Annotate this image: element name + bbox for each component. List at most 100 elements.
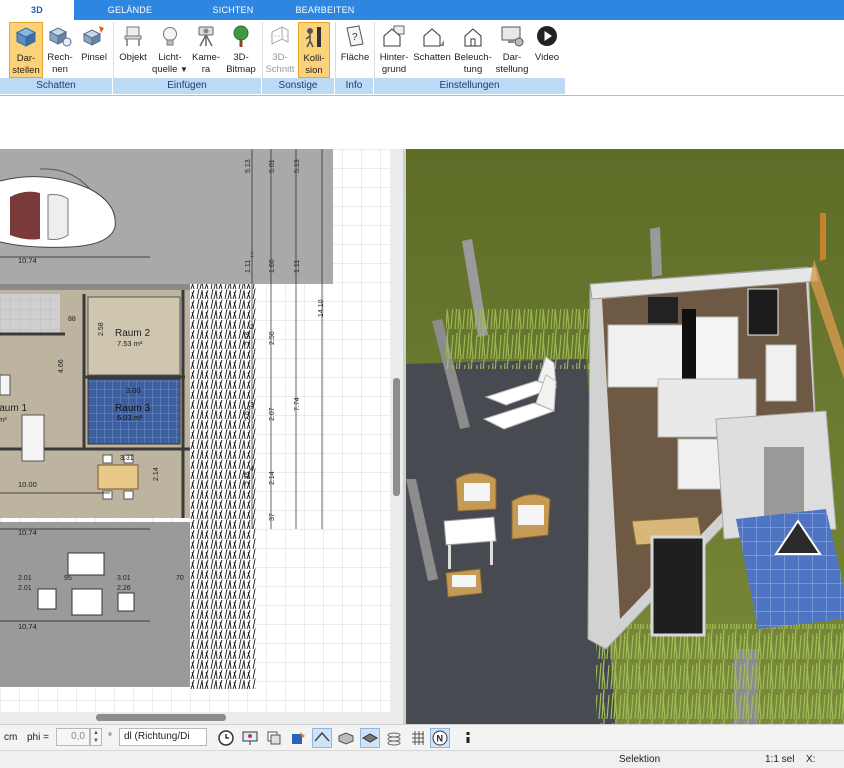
bitmap3d-button[interactable]: 3D- Bitmap [223, 22, 259, 78]
brush-cube-icon [82, 26, 104, 46]
floor-plan-view[interactable]: 10.74 Raum 2 7.53 m² Raum 3 6.03 m² 3.00… [0, 149, 403, 712]
kollision-label-2: sion [305, 65, 323, 76]
video-button[interactable]: Video [532, 22, 562, 78]
rechnen-button[interactable]: Rech- nen [45, 22, 75, 78]
window [747, 288, 779, 336]
chair-symbol [102, 490, 113, 500]
group-label-info: Info [335, 78, 374, 94]
paint-bucket-icon[interactable] [288, 728, 308, 748]
chair-icon [124, 26, 142, 46]
unit-label: cm [4, 732, 18, 743]
more-vertical-icon[interactable] [458, 728, 478, 748]
phi-spinner[interactable]: ▲ ▼ [90, 728, 102, 746]
camera-tripod-icon [198, 26, 214, 47]
darstellen-button[interactable]: Dar- stellen [9, 22, 43, 78]
dim-label: 1 [250, 252, 254, 259]
wall [0, 284, 193, 290]
beleuchtung-label-2: tung [463, 64, 483, 75]
floor-toggle-icon[interactable] [360, 728, 380, 748]
ribbon-tab-bar: 3D GELÄNDE SICHTEN BEARBEITEN [0, 0, 844, 20]
3d-view-canvas[interactable] [406, 149, 844, 724]
dl-direction-value: dl (Richtung/Di [124, 731, 190, 742]
status-bar: Selektion 1:1 sel X: [0, 750, 844, 768]
tab-sichten[interactable]: SICHTEN [198, 0, 268, 20]
hintergrund-label-2: grund [381, 64, 407, 75]
lichtquelle-button[interactable]: Licht- quelle ▼ [152, 22, 188, 78]
dim-label: 4.66 [58, 359, 65, 373]
stair-area [0, 294, 60, 334]
phi-input[interactable]: 0,0 [56, 728, 90, 746]
bitmap3d-label-2: Bitmap [226, 64, 256, 75]
dim-label: 2.07 [245, 407, 252, 421]
chevron-down-icon[interactable]: ▼ [180, 65, 188, 74]
chair-symbol [102, 454, 113, 464]
kollision-label-1: Kolli- [303, 53, 325, 64]
wall-toggle-icon[interactable] [336, 728, 356, 748]
pinsel-label: Pinsel [81, 52, 107, 63]
schatten-button[interactable]: Schatten [412, 22, 452, 78]
dining-table-symbol [97, 464, 139, 490]
darstellung-button[interactable]: Dar- stellung [494, 22, 530, 78]
room-name: Raum 1 [0, 403, 27, 414]
floor-plan-canvas[interactable]: 10.74 Raum 2 7.53 m² Raum 3 6.03 m² 3.00… [0, 149, 403, 712]
stair-rail [820, 213, 826, 261]
dim-label: 10.74 [18, 256, 37, 265]
dim-label: 1.11 [245, 260, 252, 273]
schnitt3d-label-2: Schnitt [265, 64, 295, 75]
dim-label: 2.56 [269, 331, 276, 345]
stack-icon[interactable] [384, 728, 404, 748]
objekt-button[interactable]: Objekt [116, 22, 150, 78]
clock-icon[interactable] [216, 728, 236, 748]
ribbon-separator [113, 22, 114, 78]
dl-direction-select[interactable]: dl (Richtung/Di [119, 728, 207, 746]
presentation-icon[interactable] [240, 728, 260, 748]
room-name: Raum 2 [115, 328, 150, 339]
dim-label: 14.10 [318, 299, 325, 317]
rechnen-label-2: nen [52, 64, 68, 75]
dim-label: 2.56 [245, 331, 252, 345]
tree-icon [233, 25, 249, 47]
north-icon[interactable]: N [430, 728, 450, 748]
flaeche-button[interactable]: ? Fläche [338, 22, 372, 78]
3d-view[interactable] [406, 149, 844, 724]
flaeche-label: Fläche [340, 52, 370, 63]
kamera-button[interactable]: Kame- ra [191, 22, 221, 78]
sofa-symbol [21, 414, 45, 462]
degree-label: ° [108, 732, 112, 743]
door [764, 447, 804, 517]
status-mode: Selektion [619, 754, 661, 765]
room-area: 6.03 m² [117, 413, 143, 422]
svg-text:N: N [437, 734, 444, 744]
dim-label: 10.74 [18, 622, 37, 631]
pinsel-button[interactable]: Pinsel [79, 22, 109, 78]
darstellen-label-2: stellen [12, 65, 40, 76]
hintergrund-button[interactable]: Hinter- grund [376, 22, 412, 78]
kamera-label-2: ra [201, 64, 211, 75]
dim-label: 37 [269, 513, 276, 521]
plan-vertical-scroll-thumb[interactable] [393, 378, 400, 496]
display-settings-icon [501, 26, 524, 47]
darstellung-label-1: Dar- [502, 52, 522, 63]
bitmap3d-label-1: 3D- [233, 52, 249, 63]
lichtquelle-label-1: Licht- [158, 52, 182, 63]
roof-toggle-icon[interactable] [312, 728, 332, 748]
plan-horizontal-scroll-thumb[interactable] [96, 714, 226, 721]
grass-tufts [596, 624, 844, 724]
schnitt3d-button[interactable]: 3D- Schnitt [264, 22, 296, 78]
dim-label: 10.00 [18, 480, 37, 489]
dim-label: 88 [68, 316, 76, 323]
section-cut-icon [270, 26, 290, 45]
kollision-button[interactable]: Kolli- sion [298, 22, 330, 78]
grid-icon[interactable] [408, 728, 428, 748]
hintergrund-label-1: Hinter- [379, 52, 409, 63]
tab-3d[interactable]: 3D [0, 0, 74, 20]
group-label-einstellungen: Einstellungen [374, 78, 566, 94]
beleuchtung-label-1: Beleuch- [454, 52, 492, 63]
layers-icon[interactable] [264, 728, 284, 748]
dim-label: 3 [250, 402, 254, 409]
dim-label: 2.14 [269, 471, 276, 485]
beleuchtung-button[interactable]: Beleuch- tung [453, 22, 493, 78]
dim-label: 70 [176, 575, 184, 582]
tab-bearbeiten[interactable]: BEARBEITEN [287, 0, 363, 20]
tab-gelaende[interactable]: GELÄNDE [95, 0, 165, 20]
